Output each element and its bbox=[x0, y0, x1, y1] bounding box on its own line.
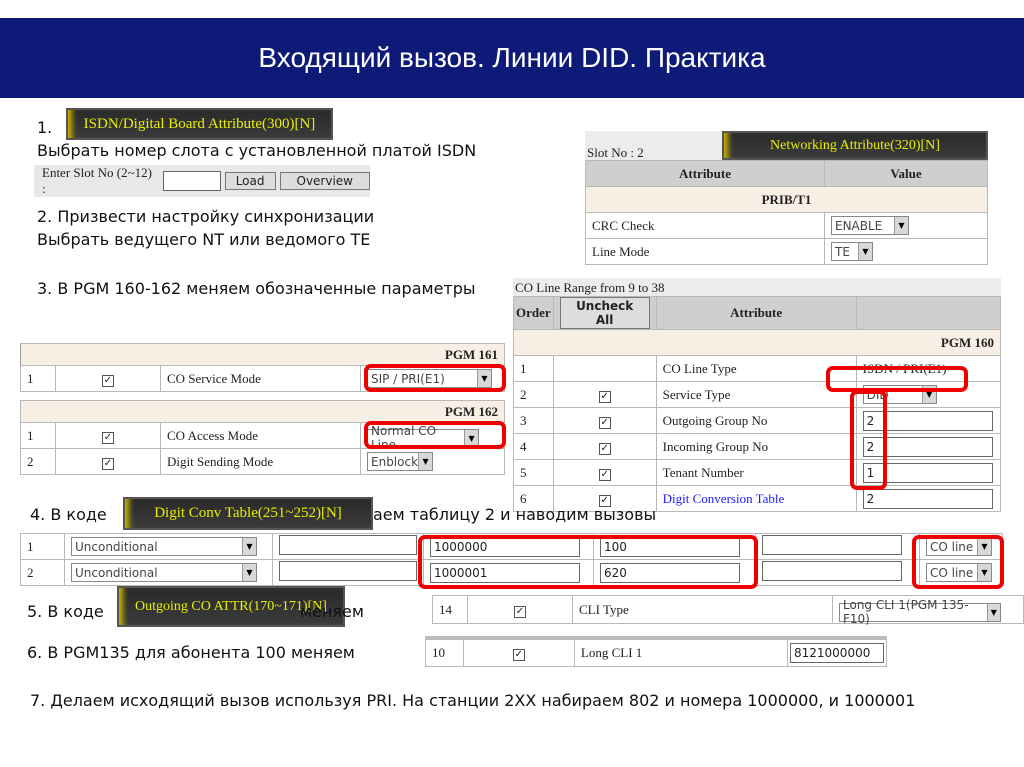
step-2-text-b: Выбрать ведущего NT или ведомого TE bbox=[37, 230, 371, 249]
step-5-text-a: 5. В коде bbox=[27, 602, 104, 621]
digit-conv-table-banner[interactable]: Digit Conv Table(251~252)[N] bbox=[123, 497, 373, 530]
slide-title-bar: Входящий вызов. Линии DID. Практика bbox=[0, 18, 1024, 98]
checkbox[interactable]: ✓ bbox=[102, 374, 114, 387]
condition-select[interactable]: Unconditional ▼ bbox=[71, 537, 257, 556]
slot-input[interactable] bbox=[162, 171, 221, 191]
chevron-down-icon: ▼ bbox=[986, 603, 1000, 621]
row-number: 1 bbox=[20, 533, 65, 560]
step-1-text: Выбрать номер слота с установленной плат… bbox=[37, 141, 477, 160]
pgm160-title: PGM 160 bbox=[513, 329, 1001, 356]
checkbox[interactable]: ✓ bbox=[102, 457, 114, 470]
step-5-text-b: меняем bbox=[300, 602, 364, 621]
text-input[interactable] bbox=[762, 560, 902, 581]
row-number: 1 bbox=[513, 355, 554, 382]
slot-select-form: Enter Slot No (2~12) : Load Overview bbox=[34, 165, 370, 197]
line-mode-select[interactable]: TE ▼ bbox=[831, 242, 873, 261]
cli-type-table: 14 ✓ CLI Type Long CLI 1(PGM 135-F10) ▼ bbox=[432, 595, 1024, 626]
digit-sending-mode-select[interactable]: Enblock ▼ bbox=[367, 452, 433, 471]
step-6-text: 6. В PGM135 для абонента 100 меняем bbox=[27, 643, 355, 662]
networking-panel: Slot No : 2 Networking Attribute(320)[N]… bbox=[585, 131, 988, 265]
chevron-down-icon: ▼ bbox=[418, 453, 432, 470]
step-1-number: 1. bbox=[37, 118, 53, 137]
step-7-text: 7. Делаем исходящий вызов используя PRI.… bbox=[30, 691, 916, 710]
row-number: 14 bbox=[432, 595, 468, 624]
attr-long-cli-1: Long CLI 1 bbox=[573, 637, 789, 667]
col-attribute: Attribute bbox=[585, 160, 825, 187]
attr-co-access-mode: CO Access Mode bbox=[160, 422, 361, 449]
digit-conversion-table-link[interactable]: Digit Conversion Table bbox=[655, 485, 857, 512]
cli-type-select[interactable]: Long CLI 1(PGM 135-F10) ▼ bbox=[839, 598, 1001, 626]
col-value: Value bbox=[824, 160, 988, 187]
uncheck-all-button[interactable]: Uncheck All bbox=[559, 297, 650, 329]
row-number: 1 bbox=[20, 365, 56, 392]
section-prib-t1: PRIB/T1 bbox=[585, 186, 988, 213]
attr-outgoing-group: Outgoing Group No bbox=[655, 407, 857, 434]
crc-check-select[interactable]: ENABLE ▼ bbox=[831, 216, 909, 235]
chevron-down-icon: ▼ bbox=[858, 243, 872, 260]
checkbox[interactable]: ✓ bbox=[514, 605, 526, 618]
text-input[interactable] bbox=[762, 534, 902, 555]
row-number: 2 bbox=[20, 559, 65, 586]
checkbox[interactable]: ✓ bbox=[598, 416, 611, 429]
digit-conversion-input[interactable]: 2 bbox=[862, 488, 993, 509]
chevron-down-icon: ▼ bbox=[242, 538, 256, 555]
row-number: 2 bbox=[20, 448, 56, 475]
isdn-board-attribute-banner[interactable]: ISDN/Digital Board Attribute(300)[N] bbox=[66, 108, 333, 140]
checkbox[interactable]: ✓ bbox=[598, 442, 611, 455]
attr-cli-type: CLI Type bbox=[572, 595, 833, 624]
checkbox[interactable]: ✓ bbox=[512, 648, 525, 661]
row-number: 2 bbox=[513, 381, 554, 408]
long-cli-input[interactable]: 8121000000 bbox=[790, 642, 884, 663]
slide-title: Входящий вызов. Линии DID. Практика bbox=[258, 42, 766, 73]
attr-tenant-number: Tenant Number bbox=[655, 459, 857, 486]
pgm162-title: PGM 162 bbox=[20, 400, 505, 423]
condition-select[interactable]: Unconditional ▼ bbox=[71, 563, 257, 582]
overview-button[interactable]: Overview bbox=[279, 172, 370, 190]
chevron-down-icon: ▼ bbox=[894, 217, 908, 234]
step-4-text-b: аем таблицу 2 и наводим вызовы bbox=[373, 505, 657, 524]
attr-line-mode: Line Mode bbox=[585, 238, 825, 265]
slot-label: Enter Slot No (2~12) : bbox=[42, 165, 152, 196]
checkbox[interactable]: ✓ bbox=[598, 390, 611, 403]
co-line-range: CO Line Range from 9 to 38 bbox=[515, 280, 665, 295]
attr-crc-check: CRC Check bbox=[585, 212, 825, 239]
load-button[interactable]: Load bbox=[224, 172, 276, 190]
step-2-text-a: 2. Призвести настройку синхронизации bbox=[37, 207, 375, 226]
attr-digit-sending-mode: Digit Sending Mode bbox=[160, 448, 361, 475]
row-number: 4 bbox=[513, 433, 554, 460]
row-number: 5 bbox=[513, 459, 554, 486]
checkbox[interactable]: ✓ bbox=[102, 431, 114, 444]
row-number: 10 bbox=[425, 637, 464, 667]
text-input[interactable] bbox=[279, 534, 417, 555]
attr-incoming-group: Incoming Group No bbox=[655, 433, 857, 460]
row-number: 3 bbox=[513, 407, 554, 434]
networking-attribute-banner[interactable]: Networking Attribute(320)[N] bbox=[722, 131, 988, 160]
attr-co-service-mode: CO Service Mode bbox=[160, 365, 361, 392]
pgm161-title: PGM 161 bbox=[20, 343, 505, 366]
chevron-down-icon: ▼ bbox=[242, 564, 256, 581]
step-4-text-a: 4. В коде bbox=[30, 505, 107, 524]
slot-no-label: Slot No : 2 bbox=[587, 145, 644, 160]
text-input[interactable] bbox=[279, 560, 417, 581]
long-cli-table: 10 ✓ Long CLI 1 8121000000 bbox=[425, 636, 887, 667]
checkbox[interactable]: ✓ bbox=[598, 468, 611, 481]
row-number: 1 bbox=[20, 422, 56, 449]
col-order: Order bbox=[513, 296, 554, 330]
step-3-text: 3. В PGM 160-162 меняем обозначенные пар… bbox=[37, 279, 476, 298]
col-attribute: Attribute bbox=[655, 296, 857, 330]
